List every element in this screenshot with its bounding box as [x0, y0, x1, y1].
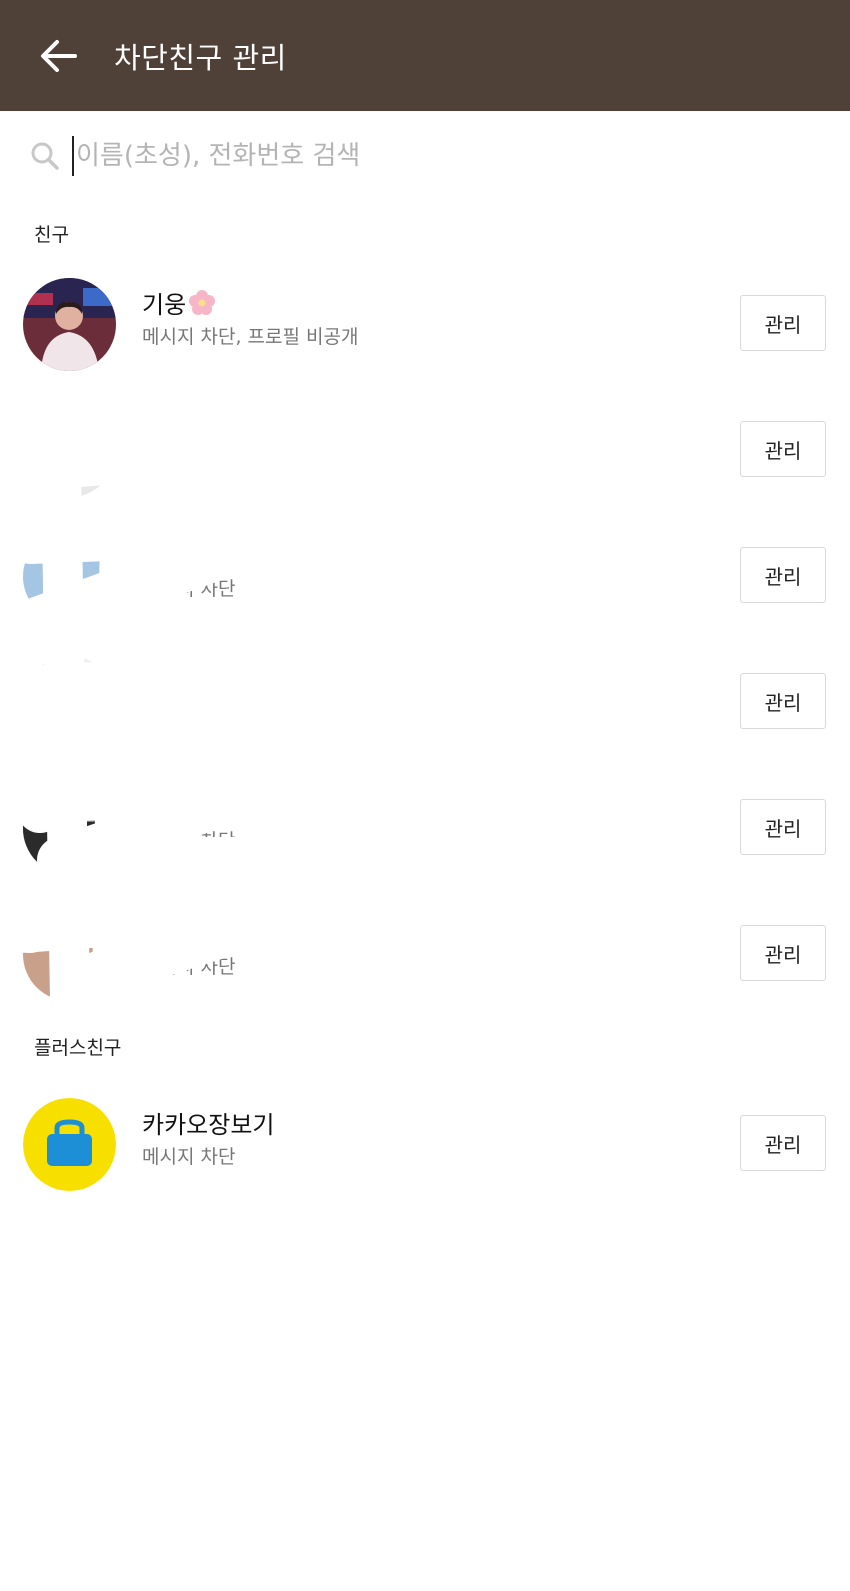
section-label-plus-friends: 플러스친구 [34, 1037, 122, 1059]
search-input[interactable] [72, 136, 798, 176]
app-header: 차단친구 관리 [0, 0, 850, 111]
arrow-left-icon [41, 39, 77, 72]
friend-name-text: 기웅 [142, 291, 187, 319]
back-button[interactable] [28, 26, 88, 86]
friend-name: 기웅 [142, 285, 216, 320]
manage-button[interactable]: 관리 [740, 1115, 826, 1171]
plus-friend-name: 카카오장보기 [142, 1111, 275, 1139]
search-icon [30, 141, 60, 171]
manage-button[interactable]: 관리 [740, 925, 826, 981]
avatar [23, 1098, 116, 1191]
manage-button[interactable]: 관리 [740, 673, 826, 729]
manage-button[interactable]: 관리 [740, 799, 826, 855]
plus-friend-status: 메시지 차단 [142, 1146, 236, 1168]
section-label-friends: 친구 [34, 224, 69, 246]
redaction-scribble [0, 390, 343, 1050]
friend-row[interactable]: 기웅 메시지 차단, 프로필 비공개 관리 [0, 261, 850, 387]
friend-status: 메시지 차단, 프로필 비공개 [142, 326, 359, 348]
avatar [23, 278, 116, 371]
search-bar [0, 120, 850, 192]
page-title: 차단친구 관리 [114, 40, 287, 75]
flower-icon [189, 289, 216, 315]
manage-button[interactable]: 관리 [740, 295, 826, 351]
manage-button[interactable]: 관리 [740, 547, 826, 603]
plus-friend-row[interactable]: 카카오장보기 메시지 차단 관리 [0, 1081, 850, 1207]
manage-button[interactable]: 관리 [740, 421, 826, 477]
